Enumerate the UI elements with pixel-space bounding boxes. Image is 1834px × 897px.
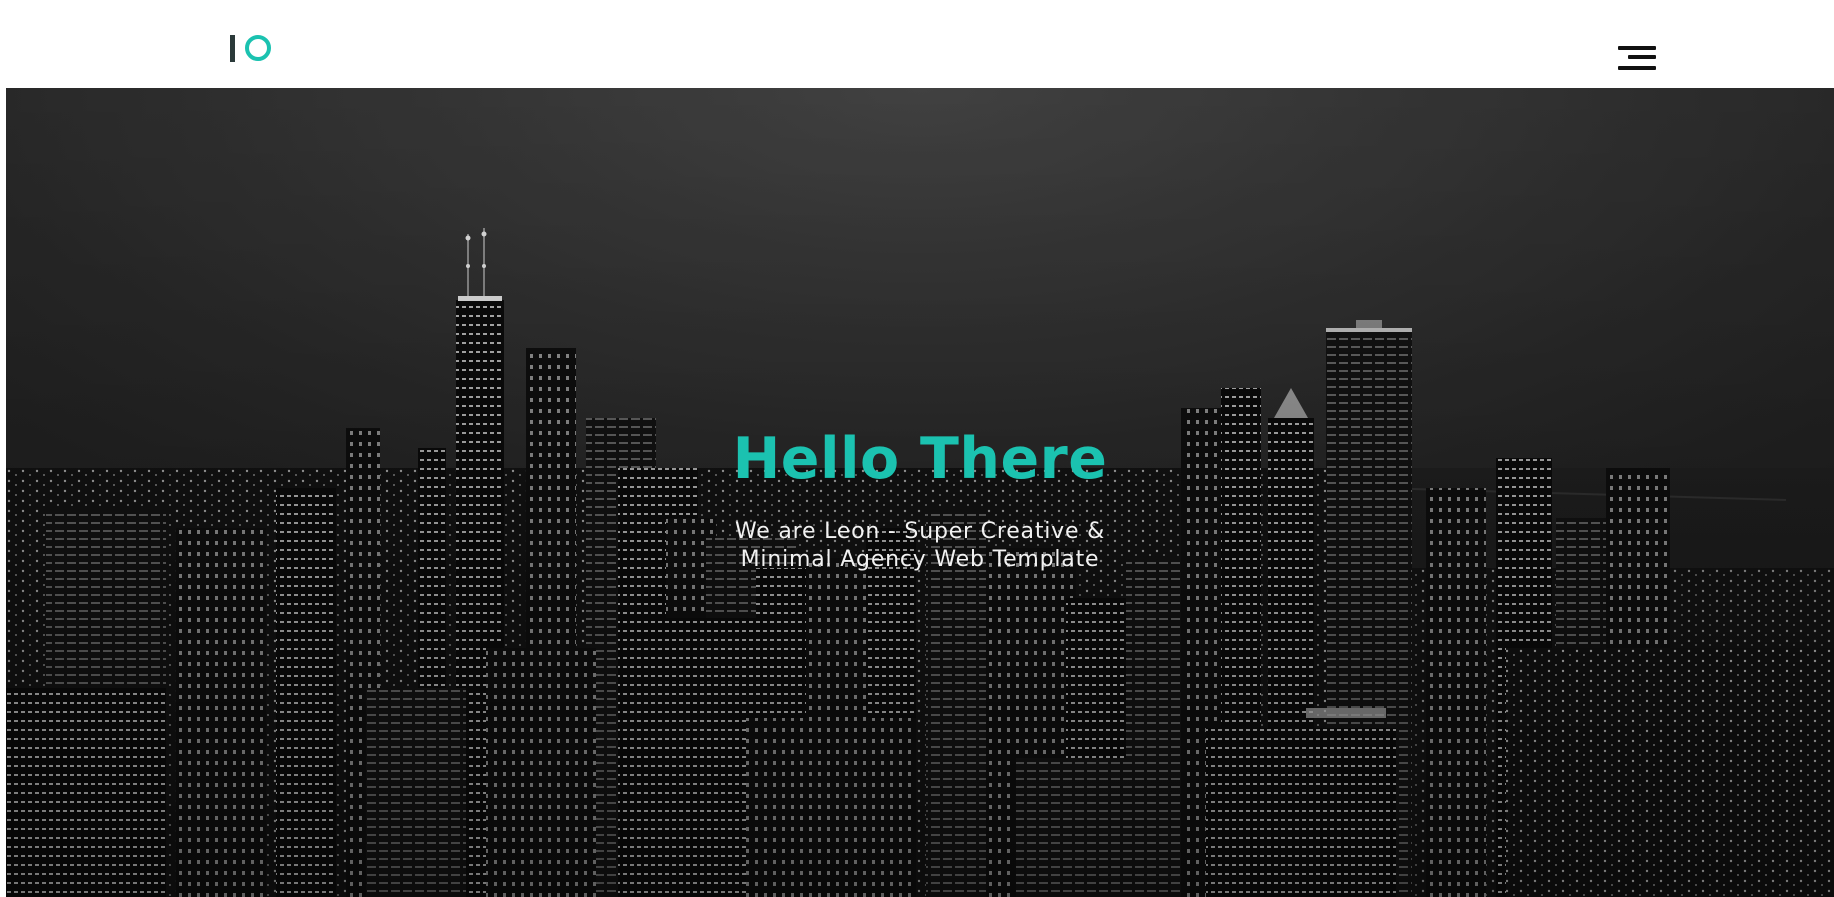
hero-subtitle-line-1: We are Leon - Super Creative & (734, 519, 1106, 544)
hero-subtitle: We are Leon - Super Creative & Minimal A… (6, 518, 1834, 574)
hero-subtitle-line-2: Minimal Agency Web Template (740, 547, 1100, 572)
site-header (0, 0, 1834, 88)
logo-bar-mark (230, 34, 235, 62)
menu-line (1618, 46, 1656, 50)
site-logo[interactable] (230, 32, 271, 64)
menu-line (1618, 66, 1656, 70)
hero-content: Hello There We are Leon - Super Creative… (6, 88, 1834, 897)
hamburger-menu-icon[interactable] (1614, 44, 1656, 72)
hero-section: Hello There We are Leon - Super Creative… (6, 88, 1834, 897)
page: Hello There We are Leon - Super Creative… (0, 0, 1834, 897)
logo-ring-mark (245, 35, 271, 61)
menu-line (1628, 55, 1656, 59)
hero-title: Hello There (732, 426, 1108, 492)
